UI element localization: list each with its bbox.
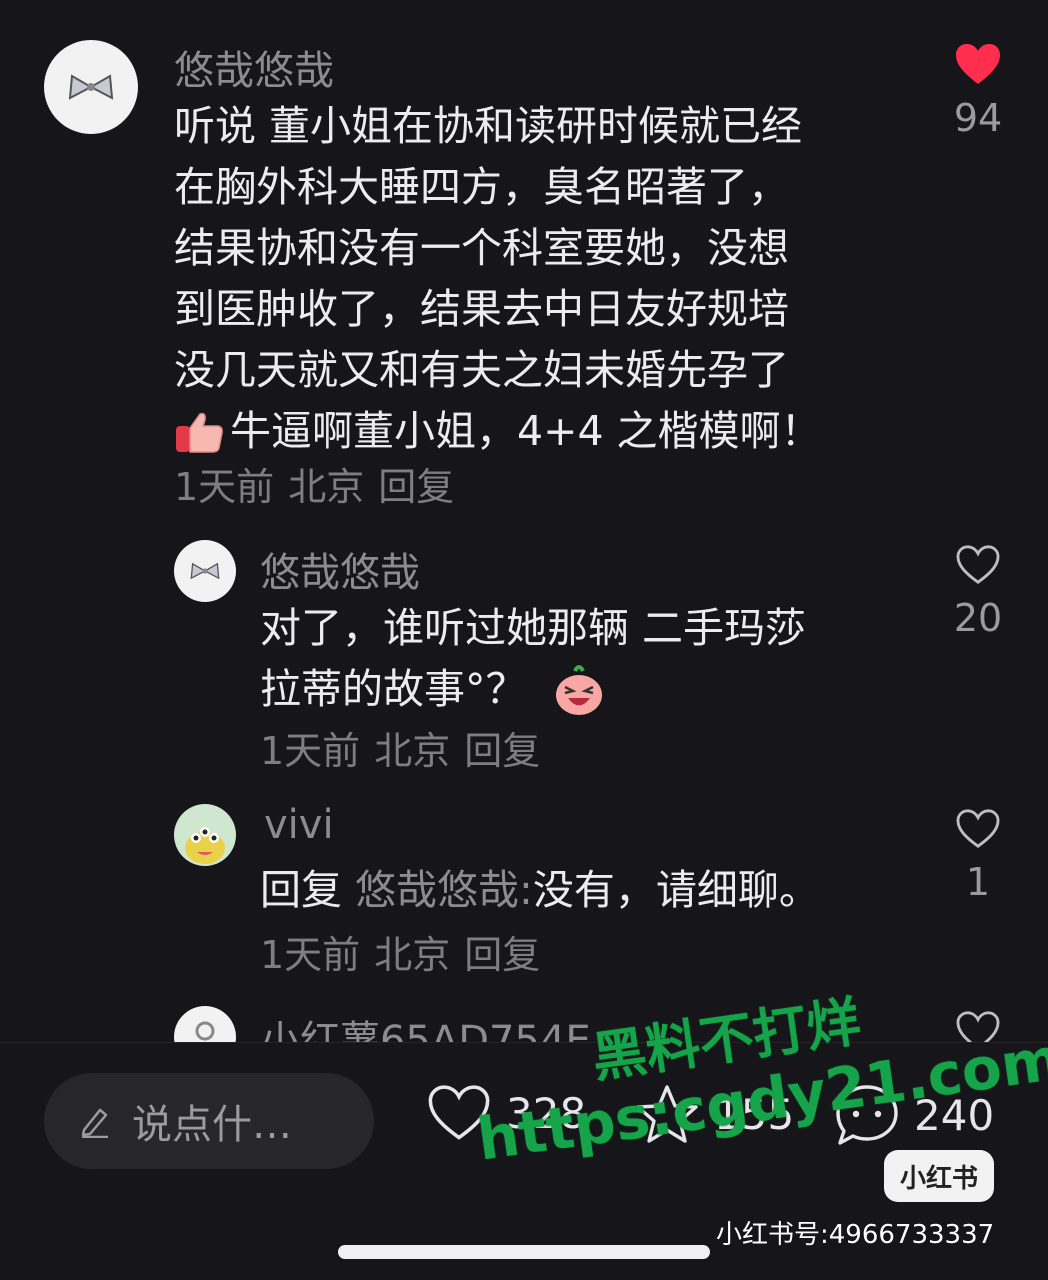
watermark-user-id: 小红书号:4966733337 <box>716 1220 995 1250</box>
comment-input[interactable]: 说点什… <box>44 1073 374 1169</box>
comment-page: 悠哉悠哉 听说 董小姐在协和读研时候就已经 在胸外科大睡四方，臭名昭著了， 结果… <box>0 0 1048 1280</box>
user-avatar-icon <box>195 1021 215 1041</box>
comment-input-placeholder: 说点什… <box>132 1102 292 1148</box>
home-indicator[interactable] <box>338 1245 710 1259</box>
pencil-icon <box>81 1108 108 1138</box>
avatar[interactable] <box>174 1006 236 1042</box>
comment-author[interactable]: 小红薯65AD754E <box>260 1008 591 1042</box>
xiaohongshu-logo: 小红书 <box>884 1150 994 1202</box>
reply-item: 小红薯65AD754E <box>0 0 1048 1042</box>
